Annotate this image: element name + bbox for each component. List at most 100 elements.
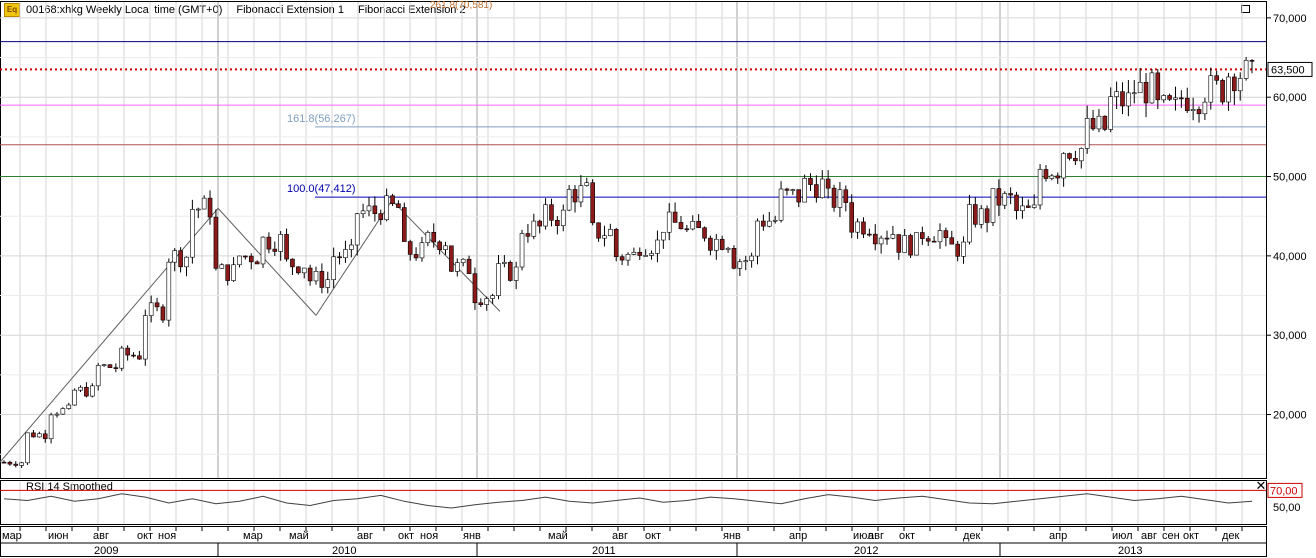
candle-up bbox=[25, 432, 30, 464]
candle-down bbox=[7, 461, 13, 465]
candle-up bbox=[1190, 109, 1196, 111]
candle-down bbox=[1179, 97, 1184, 100]
candle-down bbox=[207, 197, 213, 218]
candle-down bbox=[761, 220, 766, 227]
year-label: 2011 bbox=[592, 545, 616, 557]
candle-down bbox=[390, 195, 395, 205]
month-label: авг bbox=[93, 530, 109, 542]
candle-up bbox=[60, 408, 66, 415]
candle-up bbox=[166, 261, 172, 321]
candle-down bbox=[107, 364, 113, 368]
candle-up bbox=[184, 256, 189, 268]
candle-down bbox=[537, 220, 542, 227]
candle-down bbox=[372, 205, 378, 214]
candle-up bbox=[460, 258, 466, 263]
candle-up bbox=[978, 208, 984, 225]
y-tick-label: 70,000 bbox=[1273, 13, 1307, 25]
candle-up bbox=[48, 414, 54, 440]
candle-up bbox=[519, 233, 525, 268]
candle-up bbox=[1131, 92, 1137, 95]
candle-down bbox=[1232, 76, 1237, 92]
candle-up bbox=[1237, 78, 1243, 92]
candle-up bbox=[743, 260, 749, 263]
candle-up bbox=[625, 254, 631, 261]
month-label: окт bbox=[645, 530, 661, 542]
candle-down bbox=[702, 227, 707, 239]
year-label: 2012 bbox=[854, 545, 878, 557]
candle-down bbox=[290, 258, 295, 268]
candle-up bbox=[278, 234, 283, 252]
candle-up bbox=[878, 237, 884, 245]
candle-up bbox=[566, 189, 572, 211]
candle-up bbox=[608, 229, 613, 237]
month-label: окт bbox=[1183, 530, 1199, 542]
candle-down bbox=[984, 208, 990, 223]
candle-up bbox=[772, 219, 778, 222]
year-label: 2010 bbox=[332, 545, 356, 557]
candle-down bbox=[507, 262, 513, 281]
candle-down bbox=[613, 229, 619, 257]
candle-up bbox=[95, 365, 101, 387]
price-chart[interactable]: 161.8(56,267) 100.0(47,412) 70,000 60,000 5… bbox=[0, 0, 1316, 558]
candle-up bbox=[1096, 115, 1102, 130]
candle-up bbox=[1243, 60, 1249, 79]
grid bbox=[0, 1, 1267, 525]
candle-up bbox=[543, 204, 548, 227]
candle-down bbox=[1055, 175, 1061, 179]
rsi-frame bbox=[0, 480, 1267, 525]
candle-down bbox=[825, 178, 831, 189]
candle-up bbox=[1037, 169, 1043, 206]
candle-down bbox=[407, 241, 413, 255]
candle-up bbox=[890, 234, 896, 239]
y-tick-label: 60,000 bbox=[1273, 92, 1307, 104]
candle-down bbox=[160, 306, 166, 321]
candle-down bbox=[266, 236, 272, 250]
fib-swing-lines bbox=[0, 199, 501, 463]
candle-up bbox=[366, 205, 372, 212]
candle-down bbox=[596, 222, 601, 239]
candle-up bbox=[1031, 204, 1037, 208]
candle-up bbox=[666, 211, 672, 233]
candle-down bbox=[1043, 169, 1049, 179]
candle-down bbox=[784, 188, 790, 191]
candle-down bbox=[137, 355, 142, 360]
candle-down bbox=[678, 222, 684, 230]
candle-down bbox=[178, 250, 183, 268]
candle-up bbox=[349, 244, 354, 250]
candle-down bbox=[402, 207, 407, 242]
month-label: апр bbox=[1049, 530, 1067, 542]
time-axis-frame bbox=[0, 526, 1267, 557]
candle-down bbox=[925, 238, 931, 242]
candle-down bbox=[1214, 75, 1219, 81]
candle-up bbox=[231, 264, 236, 281]
candle-down bbox=[896, 234, 902, 253]
candle-down bbox=[867, 233, 872, 236]
candle-down bbox=[731, 248, 737, 269]
candle-down bbox=[684, 228, 690, 231]
candle-down bbox=[396, 203, 401, 208]
candle-down bbox=[973, 204, 978, 225]
month-label: апр bbox=[789, 530, 807, 542]
candle-down bbox=[478, 302, 484, 305]
candle-up bbox=[454, 262, 460, 272]
candle-up bbox=[1084, 118, 1090, 149]
y-tick-label: 30,000 bbox=[1273, 330, 1307, 342]
candle-up bbox=[819, 178, 825, 198]
month-label: янв bbox=[463, 530, 481, 542]
candle-down bbox=[1167, 95, 1172, 100]
month-label: май bbox=[548, 530, 568, 542]
candle-down bbox=[449, 245, 454, 272]
candle-up bbox=[219, 264, 225, 269]
candle-up bbox=[790, 189, 796, 191]
month-label: мар bbox=[2, 530, 22, 542]
candle-down bbox=[831, 187, 837, 208]
rsi-line bbox=[3, 493, 1253, 509]
candle-down bbox=[337, 256, 342, 259]
candle-up bbox=[961, 241, 966, 257]
candle-up bbox=[649, 253, 654, 256]
candle-down bbox=[413, 254, 419, 259]
candle-down bbox=[307, 267, 313, 282]
candle-down bbox=[861, 221, 866, 235]
candle-up bbox=[54, 413, 60, 416]
candle-up bbox=[1161, 95, 1166, 101]
